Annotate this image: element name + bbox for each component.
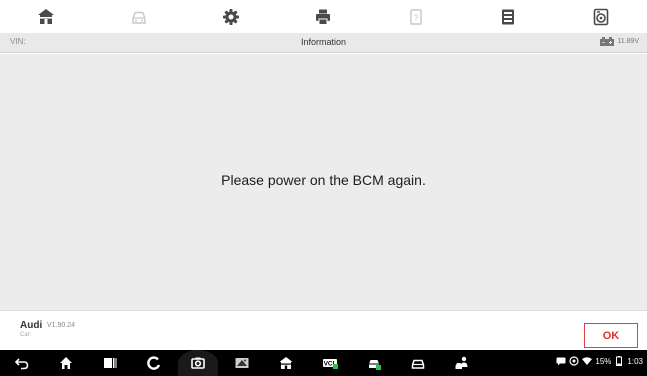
message-icon	[556, 357, 566, 366]
vehicle-button[interactable]	[92, 0, 184, 33]
top-toolbar: ?	[0, 0, 647, 33]
save-button[interactable]	[462, 0, 554, 33]
help-icon: ?	[410, 8, 422, 25]
diagnostics-button[interactable]	[352, 355, 396, 371]
info-message: Please power on the BCM again.	[221, 172, 426, 188]
software-version: V1.90.24	[47, 322, 76, 329]
status-bar: 15% 1:03	[556, 356, 643, 366]
wifi-icon	[582, 357, 593, 365]
print-button[interactable]	[277, 0, 369, 33]
info-bar: VIN: Information 11.89V	[0, 33, 647, 53]
back-button[interactable]	[0, 355, 44, 371]
settings-button[interactable]	[185, 0, 277, 33]
car-icon	[131, 11, 146, 24]
home-nav-button[interactable]	[44, 355, 88, 371]
data-icon	[593, 8, 609, 25]
settings-icon	[223, 8, 240, 25]
page-title: Information	[300, 37, 347, 47]
vci-icon: VCI	[323, 359, 338, 369]
house-icon	[60, 357, 72, 369]
vci-button[interactable]: VCI	[308, 355, 352, 371]
home-button[interactable]	[0, 0, 92, 33]
back-icon	[14, 358, 29, 370]
car-button[interactable]	[396, 355, 440, 371]
battery-voltage-value: 11.89V	[617, 38, 639, 45]
battery-voltage: 11.89V	[600, 37, 639, 46]
footer-bar: Audi V1.90.24 Car: OK	[0, 310, 647, 350]
print-icon	[316, 9, 331, 25]
help-button[interactable]: ?	[370, 0, 462, 33]
car-diagnostics-icon	[368, 360, 381, 370]
recent-apps-button[interactable]	[88, 355, 132, 371]
refresh-icon	[147, 356, 161, 370]
remote-service-icon	[455, 356, 468, 369]
data-button[interactable]	[555, 0, 647, 33]
clock: 1:03	[627, 356, 643, 366]
recent-apps-icon	[104, 358, 117, 368]
vehicle-make: Audi	[20, 320, 43, 331]
car-front-icon	[411, 359, 425, 369]
ok-button[interactable]: OK	[584, 323, 638, 348]
message-panel: Please power on the BCM again.	[0, 54, 647, 310]
home-icon	[38, 8, 55, 24]
svg-text:?: ?	[414, 13, 419, 22]
save-icon	[502, 9, 515, 24]
home-shortcut-icon	[279, 357, 293, 369]
system-nav-bar: VCI 15% 1:03	[0, 350, 647, 376]
screen-toggle-button[interactable]	[220, 355, 264, 371]
display-icon	[235, 358, 249, 368]
home-shortcut-button[interactable]	[264, 355, 308, 371]
car-label: Car:	[20, 332, 32, 338]
notification-icon	[569, 356, 580, 366]
car-battery-icon	[600, 37, 615, 46]
device-battery-icon	[616, 356, 623, 366]
camera-button[interactable]	[176, 350, 220, 376]
svg-text:VCI: VCI	[324, 361, 335, 368]
camera-button-bg	[178, 350, 218, 376]
remote-service-button[interactable]	[440, 355, 484, 371]
refresh-button[interactable]	[132, 355, 176, 371]
battery-percent: 15%	[595, 356, 612, 366]
camera-icon	[191, 357, 205, 369]
